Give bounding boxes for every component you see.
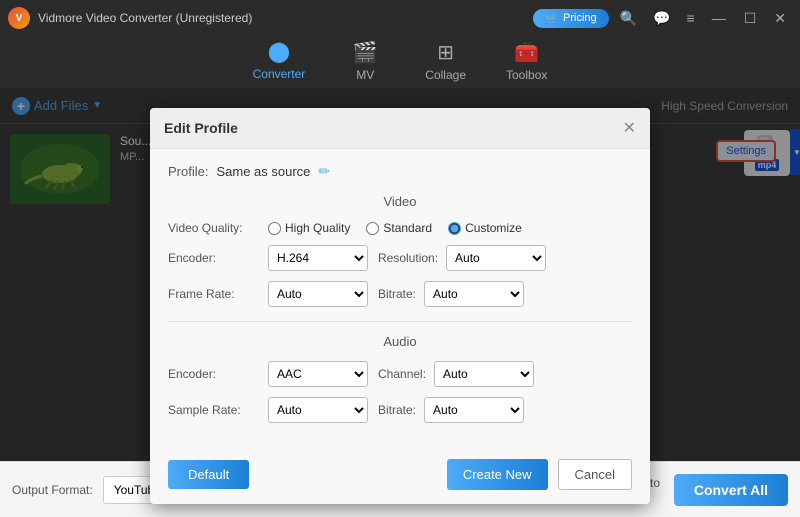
audio-encoder-channel-row: Encoder: AAC Channel: Auto	[168, 361, 632, 387]
audio-bitrate-label: Bitrate:	[378, 403, 416, 417]
output-format-label: Output Format:	[12, 483, 93, 497]
encoder-select[interactable]: H.264	[268, 245, 368, 271]
tab-mv[interactable]: 🎬 MV	[325, 34, 405, 90]
maximize-button[interactable]: ☐	[738, 8, 763, 29]
create-new-button[interactable]: Create New	[447, 459, 548, 490]
pricing-button[interactable]: 🛒 Pricing	[533, 9, 608, 28]
title-bar-right: 🛒 Pricing 🔍 💬 ≡ — ☐ ✕	[533, 8, 792, 29]
encoder-resolution-row: Encoder: H.264 Resolution: Auto	[168, 245, 632, 271]
bitrate-label: Bitrate:	[378, 287, 416, 301]
bitrate-pair: Bitrate: Auto	[378, 281, 632, 307]
modal-header: Edit Profile ✕	[150, 108, 650, 149]
profile-label: Profile:	[168, 164, 208, 179]
channel-pair: Channel: Auto	[378, 361, 632, 387]
minimize-button[interactable]: —	[706, 8, 732, 28]
resolution-label: Resolution:	[378, 251, 438, 265]
collage-icon: ⊞	[437, 40, 454, 65]
converter-icon: ⬤	[268, 39, 290, 64]
menu-icon-button[interactable]: ≡	[682, 8, 700, 28]
tab-collage[interactable]: ⊞ Collage	[405, 34, 486, 90]
standard-quality-radio[interactable]	[366, 222, 379, 235]
modal-divider	[168, 321, 632, 322]
title-bar: V Vidmore Video Converter (Unregistered)…	[0, 0, 800, 36]
resolution-pair: Resolution: Auto	[378, 245, 632, 271]
audio-encoder-label: Encoder:	[168, 367, 258, 381]
tab-toolbox[interactable]: 🧰 Toolbox	[486, 34, 567, 90]
app-icon: V	[8, 7, 30, 29]
tab-converter[interactable]: ⬤ Converter	[233, 33, 326, 91]
close-button[interactable]: ✕	[768, 8, 792, 29]
customize-quality-radio[interactable]	[448, 222, 461, 235]
video-quality-label: Video Quality:	[168, 221, 258, 235]
audio-encoder-select[interactable]: AAC	[268, 361, 368, 387]
video-quality-options: High Quality Standard Customize	[268, 221, 632, 235]
edit-profile-modal: Edit Profile ✕ Profile: Same as source ✏…	[150, 108, 650, 504]
modal-title: Edit Profile	[164, 120, 238, 136]
profile-row: Profile: Same as source ✏	[168, 163, 632, 180]
sample-rate-label: Sample Rate:	[168, 403, 258, 417]
framerate-bitrate-row: Frame Rate: Auto Bitrate: Auto	[168, 281, 632, 307]
high-quality-option[interactable]: High Quality	[268, 221, 350, 235]
mv-icon: 🎬	[353, 40, 378, 65]
video-quality-row: Video Quality: High Quality Standard	[168, 221, 632, 235]
default-button[interactable]: Default	[168, 460, 249, 489]
nav-tabs-area: ⬤ Converter 🎬 MV ⊞ Collage 🧰 Toolbox	[0, 36, 800, 88]
sample-rate-select[interactable]: Auto	[268, 397, 368, 423]
sample-rate-audio-bitrate-row: Sample Rate: Auto Bitrate: Auto	[168, 397, 632, 423]
channel-label: Channel:	[378, 367, 426, 381]
convert-all-button[interactable]: Convert All	[674, 474, 788, 506]
channel-select[interactable]: Auto	[434, 361, 534, 387]
modal-body: Profile: Same as source ✏ Video Video Qu…	[150, 149, 650, 447]
main-content: + Add Files ▼ High Speed Conversion	[0, 88, 800, 461]
standard-quality-option[interactable]: Standard	[366, 221, 432, 235]
tab-toolbox-label: Toolbox	[506, 68, 547, 82]
tab-converter-label: Converter	[253, 67, 306, 81]
audio-bitrate-pair: Bitrate: Auto	[378, 397, 632, 423]
edit-profile-icon[interactable]: ✏	[318, 163, 330, 180]
bitrate-select[interactable]: Auto	[424, 281, 524, 307]
profile-value: Same as source	[216, 164, 310, 179]
chat-icon-button[interactable]: 💬	[648, 8, 675, 29]
modal-overlay: Edit Profile ✕ Profile: Same as source ✏…	[0, 88, 800, 461]
audio-section-title: Audio	[168, 334, 632, 349]
high-quality-radio[interactable]	[268, 222, 281, 235]
cancel-button[interactable]: Cancel	[558, 459, 632, 490]
resolution-select[interactable]: Auto	[446, 245, 546, 271]
tab-mv-label: MV	[356, 68, 374, 82]
tab-collage-label: Collage	[425, 68, 466, 82]
app-title: Vidmore Video Converter (Unregistered)	[38, 11, 252, 25]
frame-rate-label: Frame Rate:	[168, 287, 258, 301]
encoder-label: Encoder:	[168, 251, 258, 265]
video-section-title: Video	[168, 194, 632, 209]
modal-footer: Default Create New Cancel	[150, 447, 650, 504]
modal-close-button[interactable]: ✕	[623, 118, 636, 138]
toolbox-icon: 🧰	[514, 40, 539, 65]
frame-rate-select[interactable]: Auto	[268, 281, 368, 307]
title-bar-left: V Vidmore Video Converter (Unregistered)	[8, 7, 252, 29]
customize-quality-option[interactable]: Customize	[448, 221, 522, 235]
footer-right-buttons: Create New Cancel	[447, 459, 632, 490]
audio-bitrate-select[interactable]: Auto	[424, 397, 524, 423]
search-icon-button[interactable]: 🔍	[615, 8, 642, 29]
